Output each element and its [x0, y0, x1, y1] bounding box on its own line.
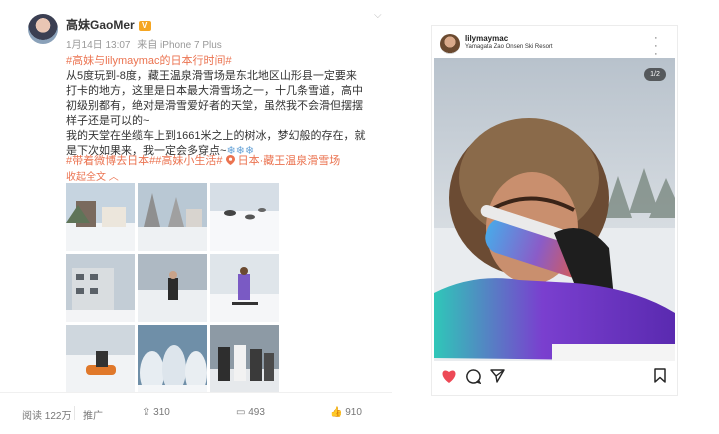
- instagram-post: lilymaymac Yamagata Zao Onsen Ski Resort…: [432, 26, 677, 395]
- post-tags: #带着微博去日本##高妹小生活# 日本·藏王温泉滑雪场: [66, 152, 340, 168]
- photo-thumb-7[interactable]: [66, 325, 135, 393]
- vip-badge-icon: V: [138, 21, 151, 31]
- tag-link-2[interactable]: #高妹小生活#: [155, 155, 222, 167]
- photo-thumb-3[interactable]: [210, 183, 279, 251]
- ig-image-counter: 1/2: [644, 68, 666, 81]
- collapse-link[interactable]: 收起全文 ︿: [66, 168, 119, 183]
- post-source: 来自 iPhone 7 Plus: [137, 40, 222, 51]
- ig-avatar[interactable]: [440, 34, 460, 54]
- ig-action-bar: [432, 364, 677, 388]
- chevron-up-icon: ︿: [108, 172, 119, 183]
- topic-link[interactable]: #高妹与lilymaymac的日本行时间#: [66, 55, 232, 67]
- photo-thumb-2[interactable]: [138, 183, 207, 251]
- like-button[interactable]: 👍 910: [330, 407, 362, 418]
- post-date[interactable]: 1月14日 13:07: [66, 40, 131, 51]
- username-row: 高妹GaoMer V: [66, 16, 151, 33]
- location-link[interactable]: 日本·藏王温泉滑雪场: [238, 155, 341, 167]
- comment-count: 493: [248, 407, 265, 418]
- read-count: 阅读 122万: [22, 411, 72, 422]
- ig-username[interactable]: lilymaymac: [465, 34, 508, 43]
- photo-thumb-1[interactable]: [66, 183, 135, 251]
- post-body-1: 从5度玩到-8度，藏王温泉滑雪场是东北地区山形县一定要来打卡的地方，这里是日本最…: [66, 70, 363, 127]
- ig-photo[interactable]: [434, 58, 675, 361]
- comment-button[interactable]: ▭ 493: [236, 407, 265, 418]
- photo-thumb-9[interactable]: [210, 325, 279, 393]
- repost-button[interactable]: ⇪ 310: [142, 407, 170, 418]
- like-count: 910: [345, 407, 362, 418]
- location-pin-icon: [225, 155, 235, 165]
- bookmark-icon[interactable]: [654, 368, 666, 383]
- post-meta: 1月14日 13:07 来自 iPhone 7 Plus: [66, 36, 226, 51]
- tag-link-1[interactable]: #带着微博去日本#: [66, 155, 155, 167]
- ig-location[interactable]: Yamagata Zao Onsen Ski Resort: [465, 44, 553, 50]
- more-options-icon[interactable]: · · ·: [654, 33, 658, 60]
- repost-count: 310: [153, 407, 170, 418]
- username[interactable]: 高妹GaoMer: [66, 18, 135, 32]
- photo-thumb-6[interactable]: [210, 254, 279, 322]
- promote-button[interactable]: 推广: [83, 407, 103, 422]
- heart-icon[interactable]: [441, 369, 457, 383]
- photo-thumb-4[interactable]: [66, 254, 135, 322]
- collapse-label: 收起全文: [66, 172, 106, 183]
- weibo-post: 高妹GaoMer V 1月14日 13:07 来自 iPhone 7 Plus ⌵…: [0, 0, 392, 433]
- thumbs-up-icon: 👍: [330, 407, 343, 418]
- comment-bubble-icon[interactable]: [466, 369, 481, 384]
- share-icon[interactable]: [490, 369, 505, 383]
- comment-icon: ▭: [236, 407, 246, 418]
- post-footer: 阅读 122万 推广 ⇪ 310 ▭ 493 👍 910: [0, 392, 392, 434]
- repost-icon: ⇪: [142, 407, 151, 418]
- divider: [74, 406, 75, 420]
- chevron-down-icon[interactable]: ⌵: [374, 10, 382, 21]
- photo-thumb-5[interactable]: [138, 254, 207, 322]
- avatar[interactable]: [28, 14, 58, 44]
- photo-thumb-8[interactable]: [138, 325, 207, 393]
- post-text: #高妹与lilymaymac的日本行时间# 从5度玩到-8度，藏王温泉滑雪场是东…: [66, 54, 366, 159]
